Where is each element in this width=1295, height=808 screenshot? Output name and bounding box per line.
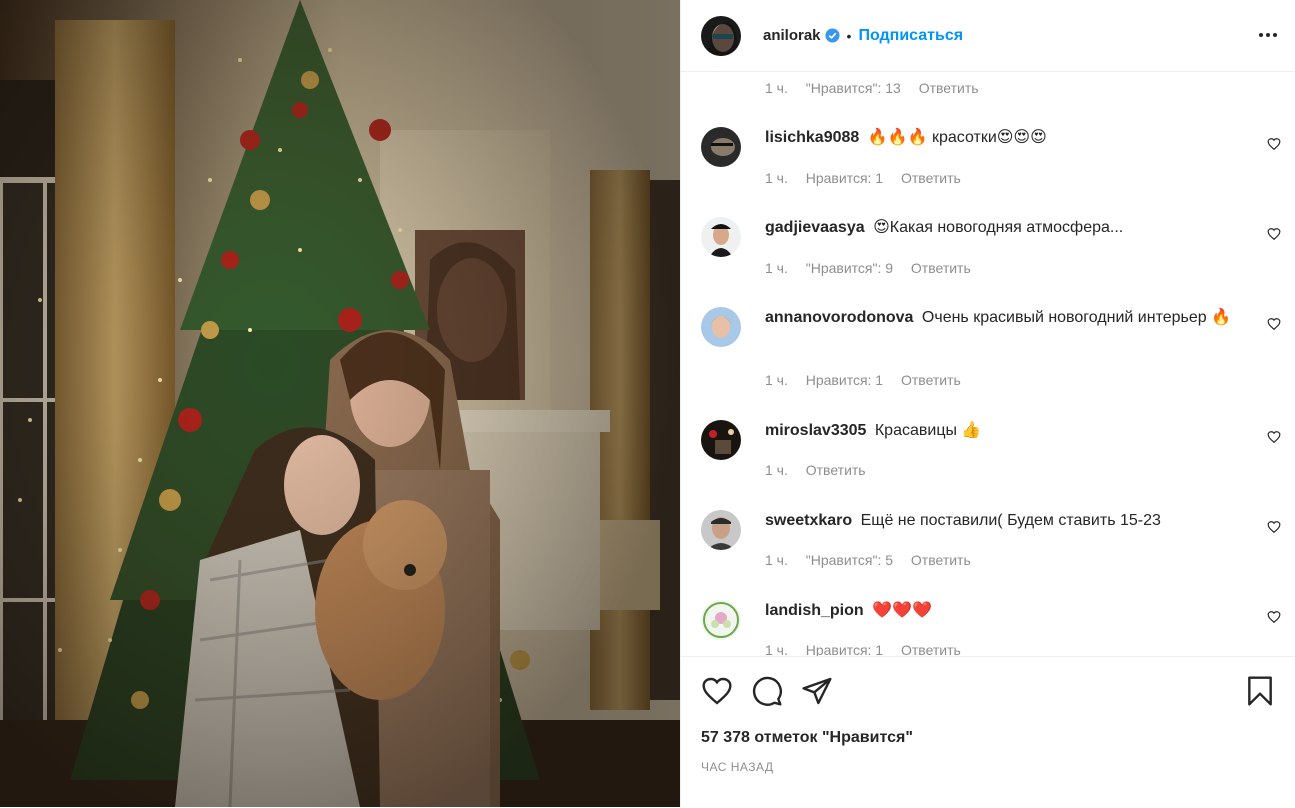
- post-sidebar: anilorak • Подписаться 1 ч. "Нравится": …: [680, 0, 1295, 807]
- reply-button[interactable]: Ответить: [901, 372, 961, 388]
- comments-list[interactable]: 1 ч. "Нравится": 13 Ответить lisichka908…: [681, 72, 1295, 656]
- commenter-username[interactable]: landish_pion: [765, 602, 864, 619]
- reply-button[interactable]: Ответить: [919, 80, 979, 96]
- like-comment-heart-icon[interactable]: [1267, 137, 1281, 151]
- reply-button[interactable]: Ответить: [901, 170, 961, 186]
- post-timestamp: ЧАС НАЗАД: [701, 760, 774, 774]
- reply-button[interactable]: Ответить: [806, 462, 866, 478]
- commenter-avatar[interactable]: [701, 217, 741, 257]
- reply-button[interactable]: Ответить: [901, 642, 961, 656]
- comment-text-block: gadjievaasya 😍Какая новогодняя атмосфера…: [765, 217, 1235, 239]
- comment-likes-count[interactable]: Нравится: 1: [806, 642, 883, 656]
- comment-time: 1 ч.: [765, 642, 788, 656]
- commenter-avatar[interactable]: [701, 510, 741, 550]
- comment-time: 1 ч.: [765, 260, 788, 276]
- comment-time: 1 ч.: [765, 462, 788, 478]
- comment-likes-count[interactable]: "Нравится": 13: [806, 80, 901, 96]
- post-header: anilorak • Подписаться: [681, 0, 1295, 72]
- commenter-username[interactable]: miroslav3305: [765, 422, 866, 439]
- comment-text: Красавицы 👍: [874, 422, 982, 439]
- like-comment-heart-icon[interactable]: [1267, 317, 1281, 331]
- separator-dot: •: [846, 27, 852, 44]
- like-heart-icon[interactable]: [701, 675, 733, 707]
- more-options-icon[interactable]: [1257, 26, 1279, 44]
- commenter-username[interactable]: lisichka9088: [765, 129, 859, 146]
- comment-time: 1 ч.: [765, 552, 788, 568]
- comment-meta: 1 ч. "Нравится": 9 Ответить: [765, 260, 985, 276]
- like-comment-heart-icon[interactable]: [1267, 520, 1281, 534]
- post-view: anilorak • Подписаться 1 ч. "Нравится": …: [0, 0, 1295, 807]
- author-username[interactable]: anilorak: [763, 27, 821, 44]
- comment-likes-count[interactable]: "Нравится": 5: [806, 552, 893, 568]
- comment-meta: 1 ч. Нравится: 1 Ответить: [765, 170, 975, 186]
- reply-button[interactable]: Ответить: [911, 552, 971, 568]
- verified-badge-icon: [825, 28, 840, 43]
- comment-text: 🔥🔥🔥 красотки😍😍😍: [867, 129, 1047, 146]
- comment-meta: 1 ч. Нравится: 1 Ответить: [765, 372, 975, 388]
- comment-likes-count[interactable]: Нравится: 1: [806, 372, 883, 388]
- comment-text-block: landish_pion ❤️❤️❤️: [765, 600, 1235, 622]
- follow-button[interactable]: Подписаться: [858, 27, 963, 45]
- comment-text-block: miroslav3305 Красавицы 👍: [765, 420, 1235, 442]
- commenter-avatar[interactable]: [701, 420, 741, 460]
- comment-text-block: sweetxkaro Ещё не поставили( Будем стави…: [765, 510, 1235, 532]
- comment-bubble-icon[interactable]: [751, 675, 783, 707]
- comment-text: Ещё не поставили( Будем ставить 15-23: [860, 512, 1161, 529]
- comment-text-block: lisichka9088 🔥🔥🔥 красотки😍😍😍: [765, 127, 1235, 149]
- like-comment-heart-icon[interactable]: [1267, 610, 1281, 624]
- comment-meta: 1 ч. Ответить: [765, 462, 880, 478]
- likes-count[interactable]: 57 378 отметок "Нравится": [701, 729, 913, 747]
- post-photo[interactable]: [0, 0, 680, 807]
- commenter-username[interactable]: annanovorodonova: [765, 309, 913, 326]
- save-bookmark-icon[interactable]: [1244, 675, 1276, 707]
- comment-text-block: annanovorodonova Очень красивый новогодн…: [765, 307, 1235, 329]
- comment-text: 😍Какая новогодняя атмосфера...: [873, 219, 1124, 236]
- commenter-avatar[interactable]: [701, 127, 741, 167]
- commenter-avatar[interactable]: [701, 600, 741, 640]
- comment-meta: 1 ч. "Нравится": 5 Ответить: [765, 552, 985, 568]
- post-actions: 57 378 отметок "Нравится" ЧАС НАЗАД: [681, 656, 1295, 808]
- share-send-icon[interactable]: [801, 675, 833, 707]
- comment-text: Очень красивый новогодний интерьер 🔥: [921, 309, 1232, 326]
- comment-meta-top: 1 ч. "Нравится": 13 Ответить: [765, 80, 993, 96]
- comment-likes-count[interactable]: Нравится: 1: [806, 170, 883, 186]
- reply-button[interactable]: Ответить: [911, 260, 971, 276]
- commenter-username[interactable]: sweetxkaro: [765, 512, 852, 529]
- author-avatar[interactable]: [701, 15, 741, 56]
- comment-time: 1 ч.: [765, 372, 788, 388]
- like-comment-heart-icon[interactable]: [1267, 227, 1281, 241]
- post-image: [0, 0, 680, 807]
- commenter-avatar[interactable]: [701, 307, 741, 347]
- comment-time: 1 ч.: [765, 80, 788, 96]
- comment-time: 1 ч.: [765, 170, 788, 186]
- comment-meta: 1 ч. Нравится: 1 Ответить: [765, 642, 975, 656]
- comment-likes-count[interactable]: "Нравится": 9: [806, 260, 893, 276]
- comment-text: ❤️❤️❤️: [872, 602, 932, 619]
- like-comment-heart-icon[interactable]: [1267, 430, 1281, 444]
- commenter-username[interactable]: gadjievaasya: [765, 219, 865, 236]
